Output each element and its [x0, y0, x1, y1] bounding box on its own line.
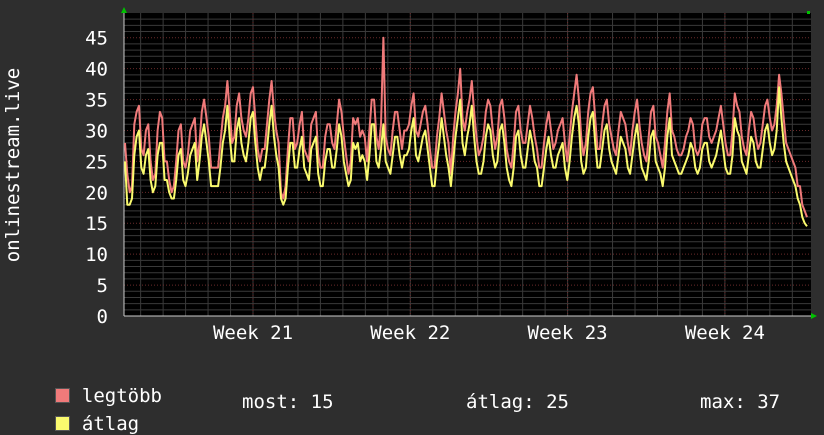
y-tick-label: 5 — [97, 275, 108, 297]
x-axis-arrow — [811, 313, 817, 319]
legend-swatch-avg — [54, 416, 70, 431]
top-right-marker — [807, 11, 810, 14]
y-tick-label: 35 — [85, 90, 108, 112]
y-tick-label: 40 — [85, 59, 108, 81]
y-axis-label: onlinestream.live — [2, 68, 24, 262]
x-axis: Week 21 Week 22 Week 23 Week 24 — [213, 322, 765, 344]
stat-max: max: 37 — [700, 391, 781, 413]
x-tick-label: Week 22 — [370, 322, 450, 344]
legend-label-avg: átlag — [81, 413, 140, 435]
y-tick-label: 15 — [85, 213, 108, 235]
legend-item-avg: átlag — [32, 391, 139, 435]
y-tick-label: 30 — [85, 120, 108, 142]
y-tick-label: 0 — [97, 306, 108, 328]
y-tick-label: 20 — [85, 182, 108, 204]
plot-background — [124, 13, 811, 316]
x-tick-label: Week 23 — [528, 322, 608, 344]
stat-avg: átlag: 25 — [466, 391, 569, 413]
x-tick-label: Week 24 — [685, 322, 765, 344]
y-tick-label: 25 — [85, 151, 108, 173]
y-axis-arrow — [121, 7, 127, 13]
stat-now: most: 15 — [242, 391, 334, 413]
y-tick-label: 10 — [85, 244, 108, 266]
x-tick-label: Week 21 — [213, 322, 293, 344]
y-axis: 0 5 10 15 20 25 30 35 40 45 — [85, 28, 108, 328]
y-tick-label: 45 — [85, 28, 108, 50]
